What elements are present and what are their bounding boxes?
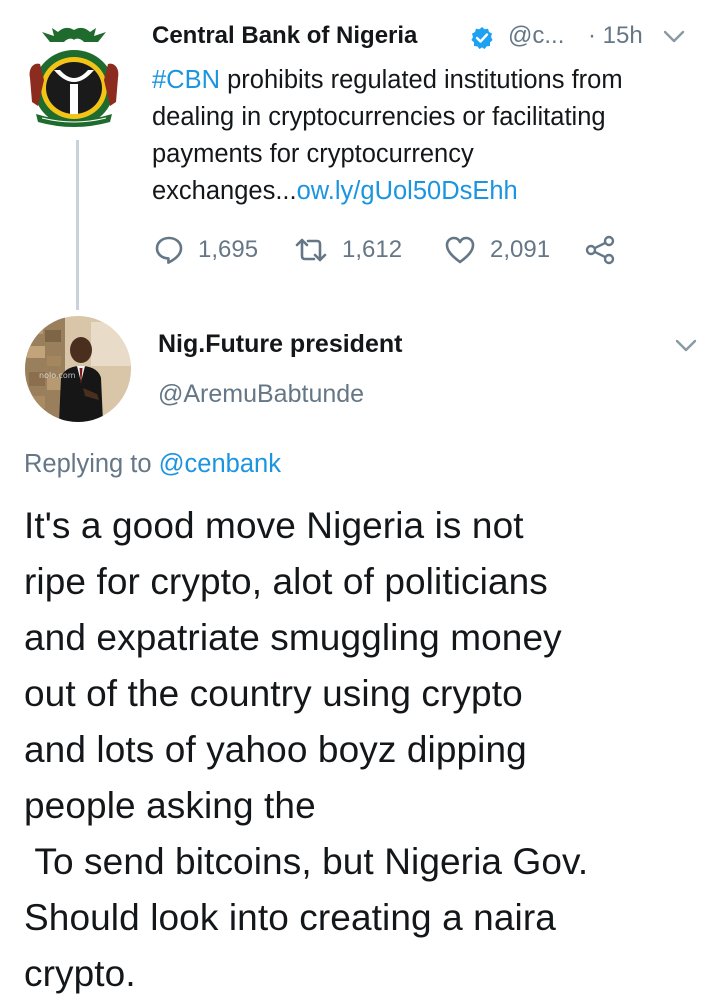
parent-timestamp[interactable]: · 15h (588, 22, 643, 50)
reply-button[interactable]: 1,695 (154, 235, 294, 265)
svg-text:nolo.com: nolo.com (39, 371, 76, 380)
reply-tweet-text: It's a good move Nigeria is not ripe for… (24, 505, 589, 994)
retweet-icon (295, 238, 327, 262)
like-button[interactable]: 2,091 (444, 235, 584, 265)
tweet-url-link[interactable]: ow.ly/gUol50DsEhh (297, 177, 518, 205)
cbn-logo (29, 27, 119, 127)
like-count: 2,091 (490, 236, 551, 263)
profile-photo: nolo.com (25, 316, 131, 422)
share-icon (585, 235, 615, 265)
like-icon (445, 236, 475, 264)
tweet-actions: 1,695 1,612 2,091 (154, 233, 616, 267)
replying-to-label: Replying to (24, 450, 159, 478)
reply-author-avatar[interactable]: nolo.com (25, 316, 131, 422)
parent-handle[interactable]: @c... (508, 22, 564, 50)
replying-to-line: Replying to @cenbank (24, 450, 281, 479)
verified-badge-icon (470, 26, 494, 50)
share-button[interactable] (584, 234, 616, 266)
reply-icon (155, 236, 183, 264)
mention-link[interactable]: @cenbank (159, 450, 281, 478)
retweet-count: 1,612 (342, 236, 403, 263)
retweet-button[interactable]: 1,612 (294, 236, 444, 264)
reply-author-name[interactable]: Nig.Future president (158, 330, 402, 359)
thread-line (76, 140, 79, 310)
reply-count: 1,695 (198, 236, 259, 263)
chevron-down-icon[interactable] (662, 28, 686, 46)
parent-author-name[interactable]: Central Bank of Nigeria (152, 22, 417, 50)
chevron-down-icon[interactable] (674, 337, 698, 355)
parent-tweet-text: #CBN prohibits regulated institutions fr… (152, 62, 697, 210)
cbn-logo-avatar[interactable] (22, 22, 126, 130)
hashtag-link[interactable]: #CBN (152, 66, 220, 94)
reply-author-handle[interactable]: @AremuBabtunde (158, 380, 364, 409)
